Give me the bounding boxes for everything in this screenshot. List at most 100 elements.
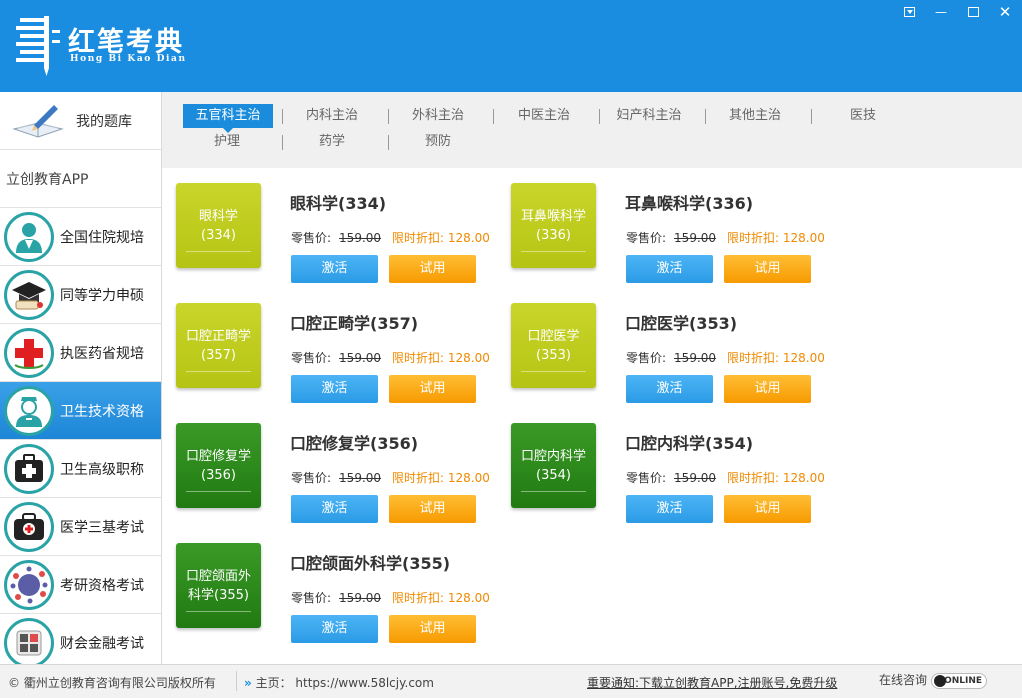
footer-divider bbox=[236, 671, 237, 691]
thumbnail-text: 口腔内科学 (354) bbox=[520, 448, 586, 483]
online-consult[interactable]: 在线咨询 ONLINE bbox=[879, 671, 988, 689]
doctor-icon bbox=[4, 211, 54, 262]
product-card: 眼科学 (334) 眼科学(334) 零售价: 159.00 限时折扣: 128.… bbox=[162, 168, 490, 283]
activate-button[interactable]: 激活 bbox=[626, 495, 713, 523]
minimize-icon: — bbox=[935, 5, 947, 19]
discount-price: 限时折扣: 128.00 bbox=[392, 471, 490, 485]
dropdown-menu-button[interactable] bbox=[898, 4, 920, 20]
tab-obgyn-attending[interactable]: 妇产科主治 bbox=[609, 104, 689, 128]
tab-divider bbox=[705, 109, 706, 124]
sidebar-item-medical-three-basics[interactable]: 医学三基考试 bbox=[0, 498, 161, 556]
maximize-icon bbox=[967, 7, 979, 17]
tab-nursing[interactable]: 护理 bbox=[187, 130, 267, 154]
discount-price: 限时折扣: 128.00 bbox=[392, 231, 490, 245]
maximize-button[interactable] bbox=[962, 4, 984, 20]
trial-button[interactable]: 试用 bbox=[389, 495, 476, 523]
sidebar-item-equivalent-degree[interactable]: 同等学力申硕 bbox=[0, 266, 161, 324]
discount-price: 限时折扣: 128.00 bbox=[727, 231, 825, 245]
product-thumbnail[interactable]: 口腔修复学 (356) bbox=[176, 423, 261, 508]
activate-button[interactable]: 激活 bbox=[291, 615, 378, 643]
trial-button[interactable]: 试用 bbox=[724, 495, 811, 523]
tab-divider bbox=[282, 109, 283, 124]
my-library-button[interactable]: 我的题库 bbox=[0, 92, 161, 150]
activate-button[interactable]: 激活 bbox=[291, 495, 378, 523]
sidebar-item-health-technical-qualification[interactable]: 卫生技术资格 bbox=[0, 382, 161, 440]
app-subtitle: Hong Bi Kao Dian bbox=[70, 54, 187, 64]
sidebar-item-residency-training[interactable]: 全国住院规培 bbox=[0, 208, 161, 266]
product-title: 口腔内科学(354) bbox=[625, 434, 754, 453]
double-chevron-icon: » bbox=[244, 676, 252, 690]
window-controls: — ✕ bbox=[898, 3, 1016, 21]
retail-price: 零售价: 159.00 bbox=[626, 469, 716, 486]
close-icon: ✕ bbox=[998, 3, 1012, 21]
tab-ent-ophthalmology-attending[interactable]: 五官科主治 bbox=[183, 104, 273, 133]
sidebar-item-postgraduate-exam[interactable]: 考研资格考试 bbox=[0, 556, 161, 614]
sidebar-item-label: 医学三基考试 bbox=[60, 519, 144, 536]
activate-button[interactable]: 激活 bbox=[291, 255, 378, 283]
product-thumbnail[interactable]: 眼科学 (334) bbox=[176, 183, 261, 268]
app-download-label[interactable]: 立创教育APP bbox=[0, 150, 161, 208]
old-price: 159.00 bbox=[339, 471, 382, 485]
tab-surgery-attending[interactable]: 外科主治 bbox=[398, 104, 478, 128]
nurse-icon bbox=[4, 385, 54, 436]
trial-button[interactable]: 试用 bbox=[389, 255, 476, 283]
activate-button[interactable]: 激活 bbox=[291, 375, 378, 403]
product-thumbnail[interactable]: 口腔正畸学 (357) bbox=[176, 303, 261, 388]
sidebar-item-label: 财会金融考试 bbox=[60, 635, 144, 652]
tab-internal-medicine-attending[interactable]: 内科主治 bbox=[292, 104, 372, 128]
qq-online-badge[interactable]: ONLINE bbox=[931, 672, 988, 689]
homepage-link[interactable]: » 主页： https://www.58lcjy.com bbox=[244, 674, 434, 691]
product-card: 口腔正畸学 (357) 口腔正畸学(357) 零售价: 159.00 限时折扣: … bbox=[162, 288, 490, 403]
activate-button[interactable]: 激活 bbox=[626, 255, 713, 283]
product-card: 口腔颌面外 科学(355) 口腔颌面外科学(355) 零售价: 159.00 限时… bbox=[162, 528, 490, 643]
minimize-button[interactable]: — bbox=[930, 4, 952, 20]
thumbnail-text: 耳鼻喉科学 (336) bbox=[520, 208, 586, 243]
thumbnail-text: 口腔颌面外 科学(355) bbox=[185, 568, 251, 603]
trial-button[interactable]: 试用 bbox=[389, 615, 476, 643]
category-tabs: 五官科主治 内科主治 外科主治 中医主治 妇产科主治 其他主治 医技 护理 药学… bbox=[162, 92, 1022, 168]
tab-divider bbox=[493, 109, 494, 124]
price-label: 零售价: bbox=[626, 231, 667, 245]
product-card: 口腔内科学 (354) 口腔内科学(354) 零售价: 159.00 限时折扣: … bbox=[497, 408, 825, 523]
product-title: 眼科学(334) bbox=[290, 194, 387, 213]
molecule-icon bbox=[4, 559, 54, 610]
price-label: 零售价: bbox=[291, 591, 332, 605]
trial-button[interactable]: 试用 bbox=[389, 375, 476, 403]
tab-pharmacy[interactable]: 药学 bbox=[292, 130, 372, 154]
tab-divider bbox=[811, 109, 812, 124]
discount-price: 限时折扣: 128.00 bbox=[392, 351, 490, 365]
sidebar: 我的题库 立创教育APP 全国住院规培 同等学力申硕 执医药省规培 卫生技术资格… bbox=[0, 92, 162, 672]
important-notice-link[interactable]: 重要通知:下载立创教育APP,注册账号,免费升级 bbox=[587, 674, 837, 691]
close-button[interactable]: ✕ bbox=[994, 3, 1016, 21]
open-book-pencil-icon bbox=[12, 104, 64, 138]
trial-button[interactable]: 试用 bbox=[724, 375, 811, 403]
thumbnail-text: 口腔医学 (353) bbox=[527, 328, 580, 363]
old-price: 159.00 bbox=[674, 351, 717, 365]
product-thumbnail[interactable]: 口腔颌面外 科学(355) bbox=[176, 543, 261, 628]
trial-button[interactable]: 试用 bbox=[724, 255, 811, 283]
activate-button[interactable]: 激活 bbox=[626, 375, 713, 403]
price-label: 零售价: bbox=[291, 471, 332, 485]
product-thumbnail[interactable]: 耳鼻喉科学 (336) bbox=[511, 183, 596, 268]
homepage-text: 主页： https://www.58lcjy.com bbox=[255, 676, 434, 690]
product-thumbnail[interactable]: 口腔内科学 (354) bbox=[511, 423, 596, 508]
tab-tcm-attending[interactable]: 中医主治 bbox=[504, 104, 584, 128]
status-footer: © 衢州立创教育咨询有限公司版权所有 » 主页： https://www.58l… bbox=[0, 664, 1022, 698]
online-consult-label: 在线咨询 bbox=[879, 673, 928, 687]
product-thumbnail[interactable]: 口腔医学 (353) bbox=[511, 303, 596, 388]
tab-prevention[interactable]: 预防 bbox=[398, 130, 478, 154]
retail-price: 零售价: 159.00 bbox=[626, 229, 716, 246]
sidebar-item-label: 同等学力申硕 bbox=[60, 287, 144, 304]
copyright-text: © 衢州立创教育咨询有限公司版权所有 bbox=[8, 676, 216, 690]
sidebar-item-label: 考研资格考试 bbox=[60, 577, 144, 594]
tab-divider bbox=[599, 109, 600, 124]
my-library-label: 我的题库 bbox=[76, 113, 132, 130]
tab-divider bbox=[282, 135, 283, 150]
sidebar-item-senior-professional-title[interactable]: 卫生高级职称 bbox=[0, 440, 161, 498]
old-price: 159.00 bbox=[674, 471, 717, 485]
sidebar-item-physician-pharmacist[interactable]: 执医药省规培 bbox=[0, 324, 161, 382]
tab-other-attending[interactable]: 其他主治 bbox=[715, 104, 795, 128]
sidebar-item-label: 全国住院规培 bbox=[60, 229, 144, 246]
tab-medical-technology[interactable]: 医技 bbox=[823, 104, 903, 128]
graduation-cap-icon bbox=[4, 269, 54, 320]
